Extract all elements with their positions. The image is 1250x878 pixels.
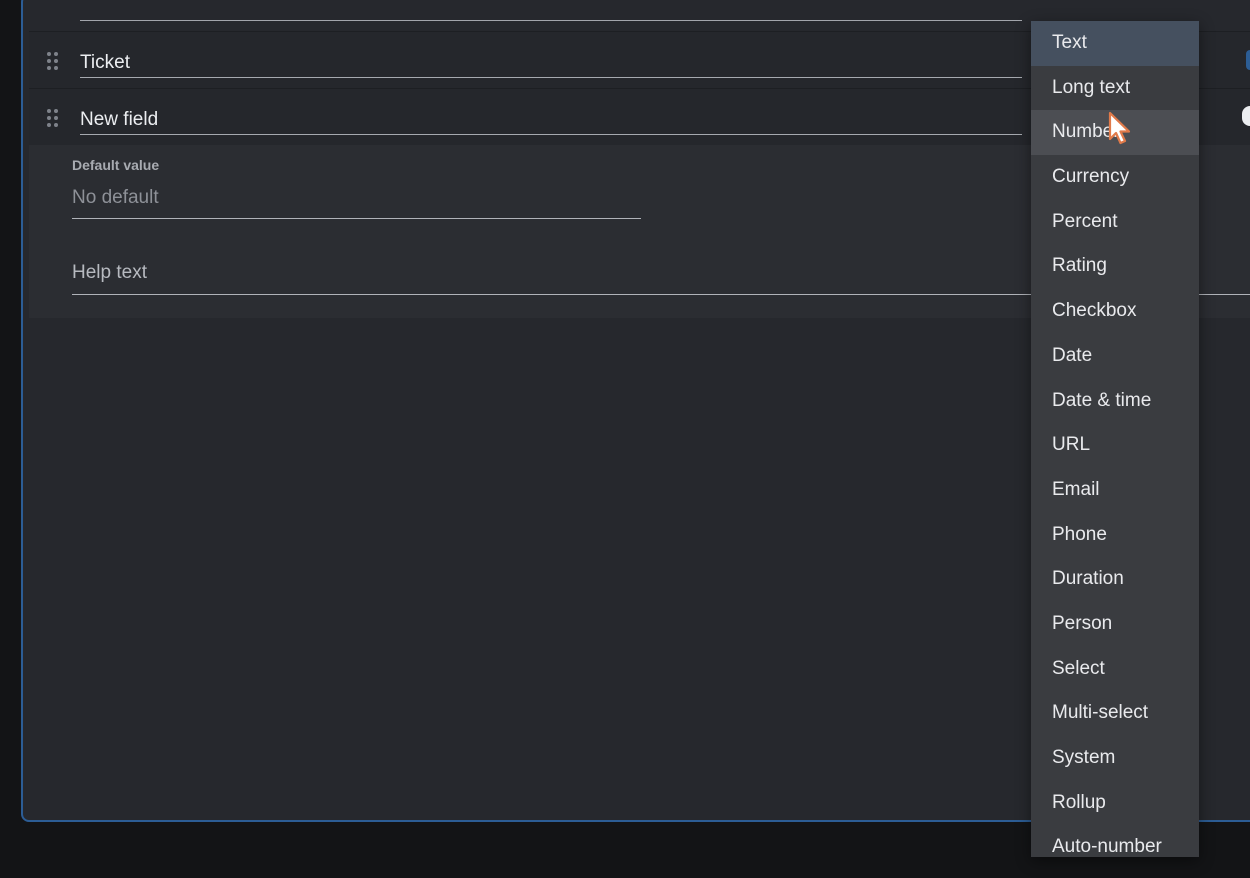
type-option-checkbox[interactable]: Checkbox: [1031, 289, 1199, 334]
default-value-input[interactable]: [72, 185, 641, 219]
type-option-rollup[interactable]: Rollup: [1031, 781, 1199, 826]
field-type-menu: Text Long text Number Currency Percent R…: [1031, 21, 1199, 857]
type-option-duration[interactable]: Duration: [1031, 557, 1199, 602]
type-option-url[interactable]: URL: [1031, 423, 1199, 468]
type-option-auto-number[interactable]: Auto-number: [1031, 825, 1199, 857]
toggle-edge[interactable]: [1246, 50, 1250, 70]
type-option-rating[interactable]: Rating: [1031, 244, 1199, 289]
type-option-number[interactable]: Number: [1031, 110, 1199, 156]
drag-handle-icon[interactable]: [47, 109, 59, 127]
toggle-switch[interactable]: [1242, 106, 1250, 126]
type-option-long-text[interactable]: Long text: [1031, 66, 1199, 111]
type-option-person[interactable]: Person: [1031, 602, 1199, 647]
type-option-system[interactable]: System: [1031, 736, 1199, 781]
type-option-percent[interactable]: Percent: [1031, 200, 1199, 245]
type-option-date-time[interactable]: Date & time: [1031, 379, 1199, 424]
field-name-input[interactable]: [80, 49, 1022, 78]
type-option-multi-select[interactable]: Multi-select: [1031, 691, 1199, 736]
previous-field-underline: [80, 20, 1022, 21]
type-option-phone[interactable]: Phone: [1031, 513, 1199, 558]
field-name-input[interactable]: [80, 106, 1022, 135]
type-option-currency[interactable]: Currency: [1031, 155, 1199, 200]
default-value-label: Default value: [72, 157, 160, 173]
type-option-date[interactable]: Date: [1031, 334, 1199, 379]
type-option-email[interactable]: Email: [1031, 468, 1199, 513]
type-option-text[interactable]: Text: [1031, 21, 1199, 66]
type-option-select[interactable]: Select: [1031, 647, 1199, 692]
drag-handle-icon[interactable]: [47, 52, 59, 70]
